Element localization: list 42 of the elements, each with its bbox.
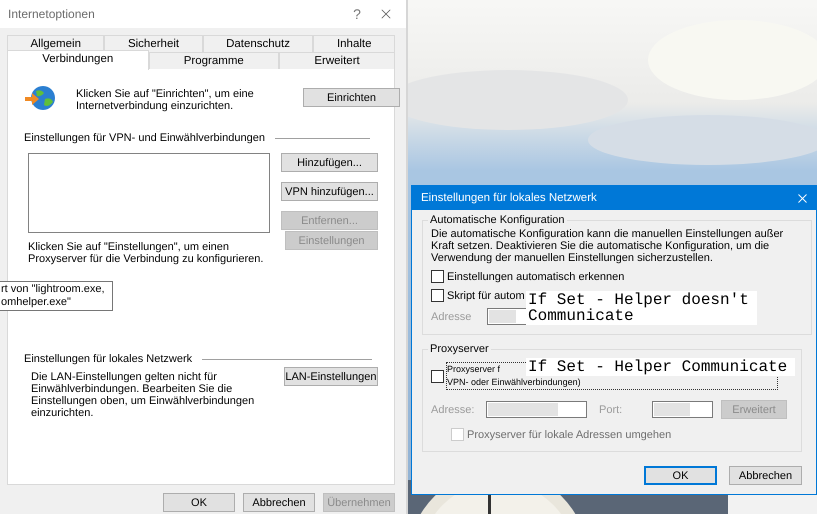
dialog-title: Einstellungen für lokales Netzwerk bbox=[421, 192, 598, 204]
address-field[interactable] bbox=[486, 401, 587, 418]
dialog-button[interactable]: VPN hinzufügen... bbox=[281, 182, 378, 201]
window-title: Internetoptionen bbox=[8, 7, 96, 21]
group-title: Automatische Konfiguration bbox=[429, 214, 566, 226]
tab[interactable]: Erweitert bbox=[279, 52, 395, 69]
field-label: Port: bbox=[599, 404, 624, 416]
tab[interactable]: Datenschutz bbox=[202, 35, 314, 52]
auto-config-text: Die automatische Konfiguration kann die manuellen Einstellungen außer Kraft setzen. Deaktivieren Sie die automatische Konfiguration, um die Verwendung der manuellen Einstellungen sicherzustellen. bbox=[431, 228, 784, 264]
tab[interactable]: Sicherheit bbox=[104, 35, 203, 52]
checkbox[interactable] bbox=[431, 370, 444, 382]
tab[interactable]: Inhalte bbox=[313, 35, 395, 52]
callout-tooltip: If Set - Helper doesn't Communicate bbox=[526, 291, 757, 325]
checkbox-label: Einstellungen automatisch erkennen bbox=[447, 270, 624, 282]
section-title: Einstellungen für VPN- und Einwählverbindungen bbox=[24, 132, 265, 144]
tooltip-text: rt von "lightroom.exe, bbox=[1, 283, 106, 296]
checkbox[interactable] bbox=[431, 289, 444, 302]
tab[interactable]: Programme bbox=[148, 52, 280, 69]
callout-tooltip: If Set - Helper Communicate bbox=[526, 358, 796, 376]
setup-text: Klicken Sie auf "Einrichten", um eine Internetverbindung einzurichten. bbox=[76, 88, 255, 112]
dialog-button[interactable]: Einrichten bbox=[303, 88, 400, 107]
checkbox[interactable] bbox=[431, 270, 444, 283]
section-title: Einstellungen für lokales Netzwerk bbox=[24, 353, 192, 365]
connection-list[interactable] bbox=[28, 153, 270, 233]
checkbox-label: Proxyserver für lokale Adressen umgehen bbox=[467, 428, 672, 440]
group-title: Proxyserver bbox=[429, 343, 490, 355]
dialog-button[interactable]: OK bbox=[163, 493, 235, 512]
dialog-button[interactable]: OK bbox=[644, 466, 717, 485]
tab[interactable]: Verbindungen bbox=[7, 50, 148, 70]
field-label: Adresse: bbox=[431, 404, 476, 416]
checkbox-label: Skript für autom bbox=[447, 290, 525, 302]
globe-icon bbox=[24, 85, 56, 111]
dialog-button[interactable]: Abbrechen bbox=[729, 466, 802, 485]
port-field[interactable] bbox=[652, 401, 713, 418]
dialog-button[interactable]: Hinzufügen... bbox=[281, 153, 378, 172]
dialog-button[interactable]: LAN-Einstellungen bbox=[284, 367, 378, 386]
proxy-note: Klicken Sie auf "Einstellungen", um einen Proxyserver für die Verbindung zu konfigurieren. bbox=[28, 241, 264, 265]
tooltip-text: omhelper.exe" bbox=[1, 296, 72, 309]
help-button[interactable]: ? bbox=[344, 6, 370, 22]
field-label: Adresse bbox=[431, 310, 472, 322]
dialog-button[interactable]: Abbrechen bbox=[243, 493, 315, 512]
lan-text: Die LAN-Einstellungen gelten nicht für Einwählverbindungen. Bearbeiten Sie die Einstellungen oben, um Einwählverbindungen einzurichten. bbox=[31, 371, 256, 419]
